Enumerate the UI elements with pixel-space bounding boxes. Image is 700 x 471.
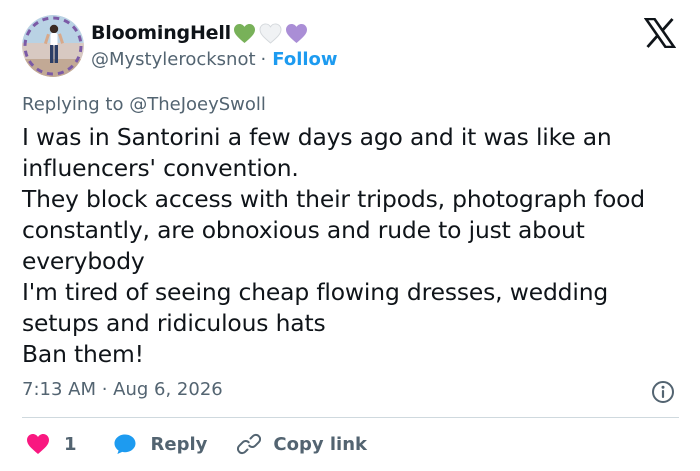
copy-link-button[interactable]: Copy link	[237, 432, 367, 456]
white-heart-icon	[259, 22, 282, 44]
divider	[22, 417, 679, 418]
tweet-card: BloomingHell @Mystylerocksnot · Follow R…	[0, 0, 700, 471]
author-handle[interactable]: @Mystylerocksnot	[91, 49, 256, 70]
tweet-timestamp[interactable]: 7:13 AM · Aug 6, 2026	[22, 379, 223, 400]
replying-prefix: Replying to	[22, 94, 124, 115]
name-emojis	[233, 22, 308, 44]
x-logo-icon[interactable]	[643, 17, 677, 49]
separator-dot: ·	[260, 48, 267, 70]
reply-button[interactable]: Reply	[113, 432, 208, 456]
link-icon	[237, 433, 262, 455]
avatar[interactable]	[22, 15, 84, 77]
green-heart-icon	[233, 23, 255, 43]
heart-icon	[27, 434, 49, 454]
author-name-row: BloomingHell	[91, 20, 308, 46]
author-handle-row: @Mystylerocksnot · Follow	[91, 47, 338, 71]
replying-mention[interactable]: @TheJoeySwoll	[129, 94, 266, 115]
tweet-text: I was in Santorini a few days ago and it…	[22, 123, 646, 368]
like-button[interactable]: 1	[26, 433, 77, 455]
replying-to: Replying to @TheJoeySwoll	[22, 94, 266, 115]
reply-label: Reply	[150, 433, 208, 455]
action-bar: 1 Reply Copy link	[26, 430, 367, 458]
speech-bubble-icon	[114, 434, 136, 454]
like-count: 1	[64, 433, 77, 455]
purple-heart-icon	[285, 23, 307, 43]
author-display-name[interactable]: BloomingHell	[91, 22, 231, 44]
follow-button[interactable]: Follow	[272, 49, 337, 70]
copy-link-label: Copy link	[273, 433, 367, 455]
info-icon[interactable]	[651, 380, 675, 404]
